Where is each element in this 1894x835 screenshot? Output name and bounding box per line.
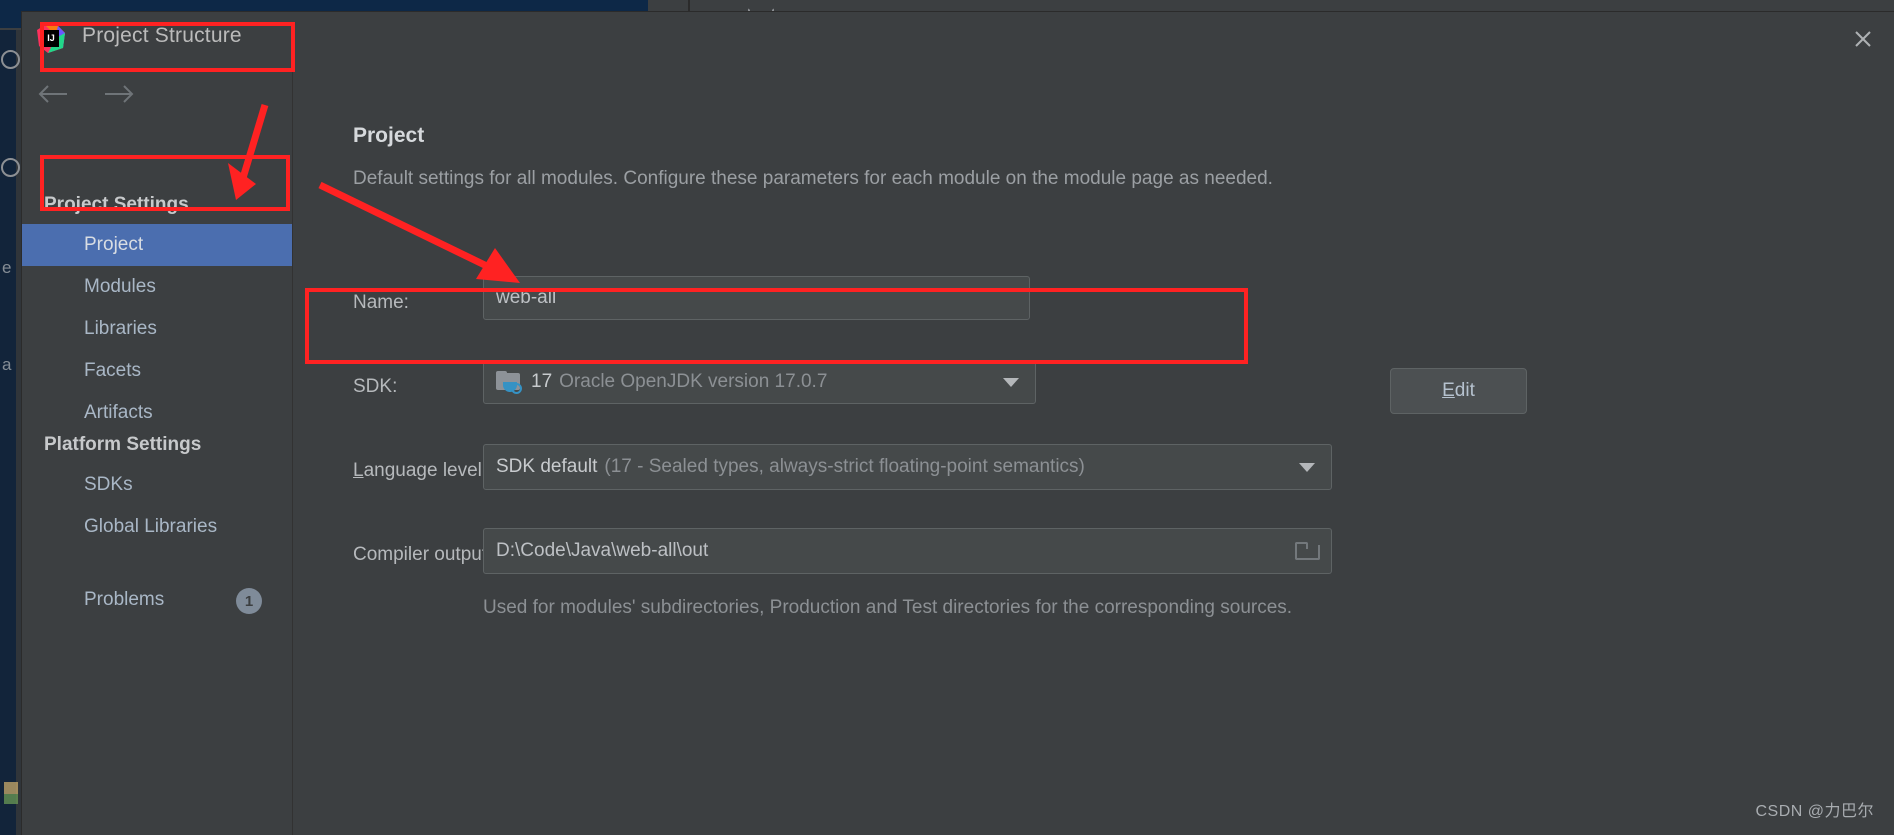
- chevron-down-icon: [1299, 463, 1315, 472]
- ide-gutter-circle-2: [1, 158, 20, 177]
- sidebar-item-facets[interactable]: Facets: [22, 350, 292, 392]
- jdk-folder-icon: [496, 371, 522, 394]
- sdk-combobox[interactable]: 17 Oracle OpenJDK version 17.0.7: [483, 360, 1036, 404]
- sidebar-item-label: Modules: [84, 276, 156, 297]
- project-settings-panel: Project Default settings for all modules…: [293, 64, 1894, 835]
- dialog-title: Project Structure: [82, 24, 242, 47]
- sdk-version: 17: [531, 371, 553, 392]
- settings-sidebar: Project Settings Project Modules Librari…: [22, 64, 293, 835]
- status-badge: 1: [236, 588, 262, 614]
- edit-button-rest: dit: [1454, 380, 1475, 401]
- sidebar-item-project[interactable]: Project: [22, 224, 292, 266]
- name-input[interactable]: web-all: [483, 276, 1030, 320]
- language-level-label: Language level:: [353, 460, 487, 482]
- ide-gutter-circle-1: [1, 50, 20, 69]
- sidebar-item-label: SDKs: [84, 474, 133, 495]
- chevron-down-icon: [1003, 378, 1019, 387]
- folder-browse-icon[interactable]: [1295, 542, 1320, 560]
- sidebar-item-modules[interactable]: Modules: [22, 266, 292, 308]
- svg-text:IJ: IJ: [47, 33, 55, 43]
- language-level-label-rest: anguage level:: [363, 460, 488, 481]
- arrow-right-icon[interactable]: [102, 82, 136, 106]
- dialog-title-bar: IJ Project Structure: [22, 12, 1894, 65]
- sidebar-item-libraries[interactable]: Libraries: [22, 308, 292, 350]
- sdk-label: SDK:: [353, 376, 398, 397]
- language-level-value: SDK default: [496, 456, 598, 477]
- language-level-detail: (17 - Sealed types, always-strict floati…: [604, 456, 1085, 477]
- sidebar-item-label: Libraries: [84, 318, 157, 339]
- sidebar-item-problems[interactable]: Problems 1: [22, 579, 292, 621]
- sidebar-item-sdks[interactable]: SDKs: [22, 464, 292, 506]
- edit-button-mnemonic: E: [1442, 380, 1455, 401]
- ide-gutter-code-blob: [4, 782, 18, 804]
- compiler-output-label: Compiler output:: [353, 544, 493, 565]
- edit-sdk-button[interactable]: Edit: [1390, 368, 1527, 414]
- screenshot-root: e a IJ Project Structure Project Setting…: [0, 0, 1894, 835]
- intellij-idea-icon: IJ: [36, 24, 66, 54]
- ide-tool-strip-edge: [0, 30, 16, 835]
- page-title: Project: [353, 124, 425, 147]
- name-label: Name:: [353, 292, 409, 313]
- language-level-label-mnemonic: L: [353, 460, 364, 481]
- watermark: CSDN @力巴尔: [1755, 803, 1874, 820]
- language-level-combobox[interactable]: SDK default (17 - Sealed types, always-s…: [483, 444, 1332, 490]
- sdk-vendor-text: Oracle OpenJDK version 17.0.7: [559, 371, 828, 392]
- arrow-left-icon[interactable]: [36, 82, 70, 106]
- compiler-output-value: D:\Code\Java\web-all\out: [496, 540, 709, 561]
- sidebar-item-label: Problems: [84, 589, 165, 610]
- ide-gutter-glyph-e: e: [2, 258, 12, 277]
- sidebar-item-global-libraries[interactable]: Global Libraries: [22, 506, 292, 548]
- close-icon[interactable]: [1848, 24, 1878, 54]
- compiler-output-hint: Used for modules' subdirectories, Produc…: [483, 597, 1293, 618]
- project-structure-dialog: IJ Project Structure Project Settings Pr…: [22, 12, 1894, 835]
- nav-arrows: [36, 82, 136, 106]
- section-header-project-settings: Project Settings: [44, 194, 189, 215]
- ide-gutter-glyph-a: a: [2, 355, 12, 374]
- name-input-value: web-all: [496, 287, 557, 308]
- section-header-platform-settings: Platform Settings: [44, 434, 202, 455]
- sidebar-item-label: Global Libraries: [84, 516, 218, 537]
- sidebar-item-label: Project: [84, 234, 144, 255]
- sidebar-item-label: Artifacts: [84, 402, 153, 423]
- page-description: Default settings for all modules. Config…: [353, 168, 1273, 189]
- sidebar-item-label: Facets: [84, 360, 142, 381]
- sidebar-item-artifacts[interactable]: Artifacts: [22, 392, 292, 434]
- compiler-output-input[interactable]: D:\Code\Java\web-all\out: [483, 528, 1332, 574]
